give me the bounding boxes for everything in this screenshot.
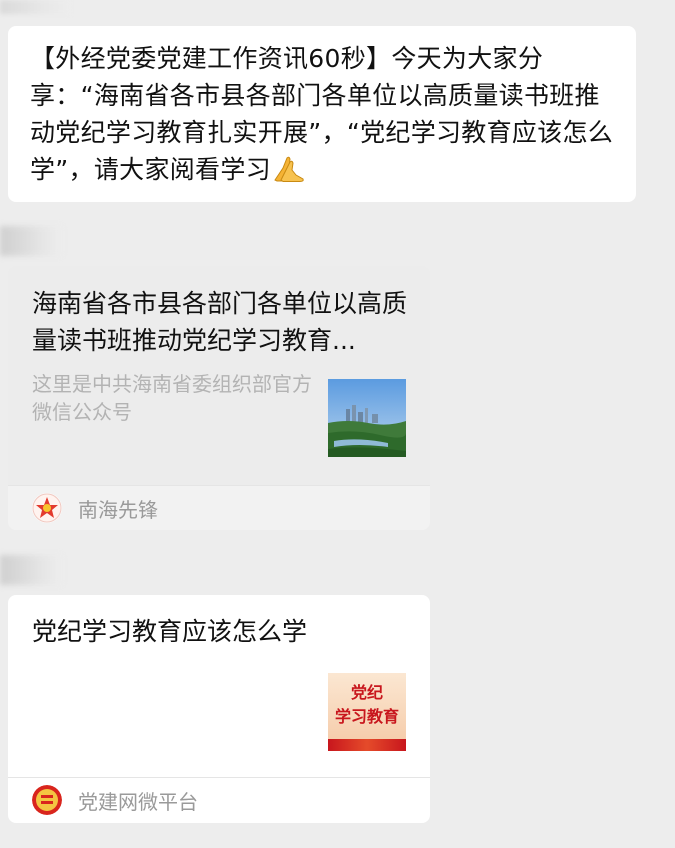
text-message-bubble[interactable]: 【外经党委党建工作资讯60秒】今天为大家分享：“海南省各市县各部门各单位以高质量… <box>8 26 636 202</box>
nanhai-xianfeng-logo-icon <box>32 493 62 523</box>
card-description: 这里是中共海南省委组织部官方微信公众号 <box>32 372 312 424</box>
praying-hands-icon <box>274 156 304 182</box>
card-source-name: 党建网微平台 <box>78 789 198 814</box>
blurred-sender-name <box>0 0 70 14</box>
city-landscape-thumbnail <box>328 379 406 457</box>
card-source[interactable]: 南海先锋 <box>8 486 430 530</box>
article-card[interactable]: 党纪学习教育应该怎么学 党纪 学习教育 党建网微平台 <box>8 595 430 823</box>
card-title: 海南省各市县各部门各单位以高质量读书班推动党纪学习教育... <box>32 289 408 355</box>
dangji-thumbnail: 党纪 学习教育 <box>328 673 406 751</box>
text-message-body: 【外经党委党建工作资讯60秒】今天为大家分享：“海南省各市县各部门各单位以高质量… <box>30 44 614 184</box>
card-source[interactable]: 党建网微平台 <box>8 778 430 822</box>
card-source-name: 南海先锋 <box>78 497 158 522</box>
blurred-sender-avatar <box>0 226 62 256</box>
thumb-text-line2: 学习教育 <box>334 707 399 726</box>
text-message-content: 【外经党委党建工作资讯60秒】今天为大家分享：“海南省各市县各部门各单位以高质量… <box>30 40 616 188</box>
dangjian-logo-icon <box>32 785 62 815</box>
card-title: 党纪学习教育应该怎么学 <box>32 617 308 646</box>
thumb-red-band <box>328 739 406 751</box>
article-card[interactable]: 海南省各市县各部门各单位以高质量读书班推动党纪学习教育... 这里是中共海南省委… <box>8 266 430 530</box>
thumb-text-line1: 党纪 <box>350 683 383 702</box>
blurred-sender-avatar <box>0 555 62 585</box>
